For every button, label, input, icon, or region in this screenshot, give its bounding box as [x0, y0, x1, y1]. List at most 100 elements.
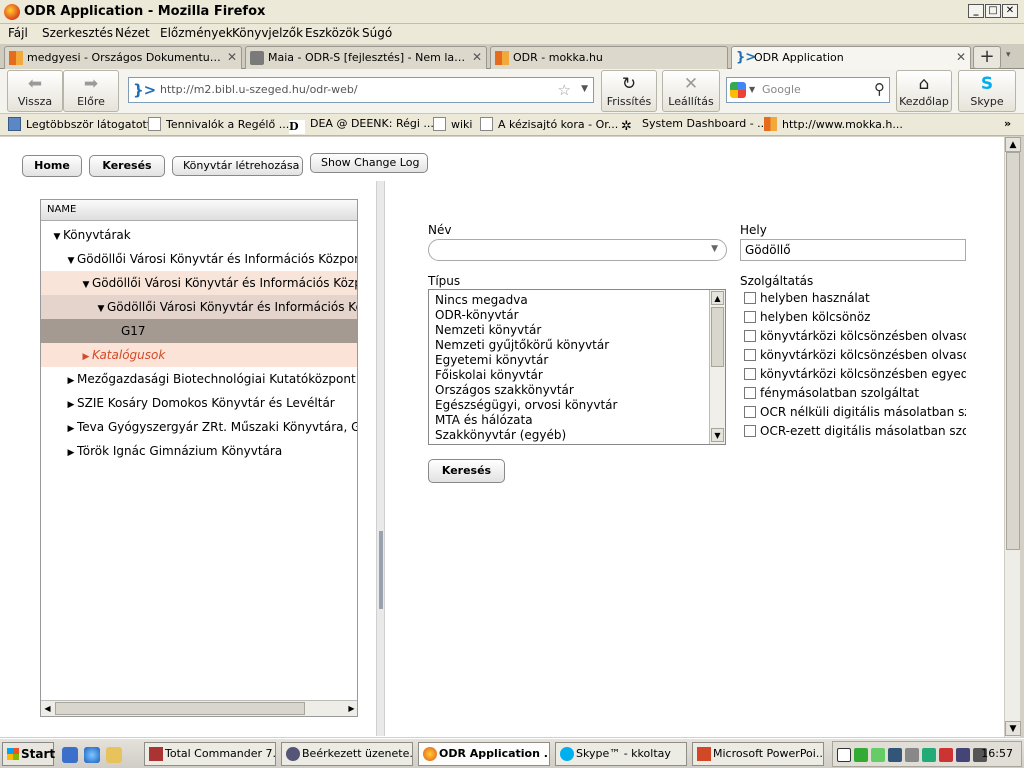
list-item[interactable]: Országos szakkönyvtár: [435, 383, 574, 398]
tray-icon[interactable]: [939, 748, 953, 762]
minimize-button[interactable]: _: [968, 4, 984, 18]
tray-icon[interactable]: [854, 748, 868, 762]
tab-medgyesi[interactable]: medgyesi - Országos Dokumentumellát... ✕: [4, 46, 242, 69]
splitter-handle[interactable]: [379, 531, 383, 609]
folder-icon[interactable]: [106, 747, 122, 763]
tipus-listbox[interactable]: Nincs megadva ODR-könyvtár Nemzeti könyv…: [428, 289, 726, 445]
task-total-commander[interactable]: Total Commander 7....: [144, 742, 276, 766]
list-item[interactable]: Főiskolai könyvtár: [435, 368, 543, 383]
tab-odr-mokka[interactable]: ODR - mokka.hu: [490, 46, 728, 69]
menu-edit[interactable]: Szerkesztés: [42, 26, 113, 40]
tree-node-library[interactable]: ▼ Gödöllői Városi Könyvtár és Információs…: [41, 295, 357, 319]
bookmark-tennivalok[interactable]: Tennivalók a Regélő ...: [148, 117, 289, 131]
bookmark-system-dashboard[interactable]: ✲ System Dashboard - ...: [621, 117, 768, 134]
scroll-down-icon[interactable]: ▼: [1005, 721, 1021, 736]
list-item[interactable]: Nemzeti gyűjtőkörű könyvtár: [435, 338, 609, 353]
create-library-button[interactable]: Könyvtár létrehozása: [172, 156, 303, 176]
show-change-log-button[interactable]: Show Change Log: [310, 153, 428, 173]
bookmark-most-visited[interactable]: Legtöbbször látogatott: [8, 117, 151, 131]
close-tab-icon[interactable]: ✕: [472, 50, 482, 64]
search-engine-dropdown-icon[interactable]: ▼: [749, 85, 755, 94]
expanded-arrow-icon[interactable]: ▼: [80, 273, 92, 295]
service-checkbox[interactable]: [744, 292, 756, 304]
url-bar[interactable]: }> http://m2.bibl.u-szeged.hu/odr-web/ ☆…: [128, 77, 594, 103]
scrollbar-thumb[interactable]: [55, 702, 305, 715]
expanded-arrow-icon[interactable]: ▼: [95, 297, 107, 319]
list-item[interactable]: Nincs megadva: [435, 293, 528, 308]
scroll-up-icon[interactable]: ▲: [711, 291, 724, 305]
scrollbar-thumb[interactable]: [711, 307, 724, 367]
nev-select[interactable]: ▼: [428, 239, 727, 261]
home-button[interactable]: ⌂ Kezdőlap: [896, 70, 952, 112]
service-checkbox[interactable]: [744, 387, 756, 399]
service-checkbox[interactable]: [744, 330, 756, 342]
tree-node-library[interactable]: ▶ SZIE Kosáry Domokos Könyvtár és Levéltá…: [41, 391, 357, 415]
menu-file[interactable]: Fájl: [8, 26, 28, 40]
scroll-up-icon[interactable]: ▲: [1005, 137, 1021, 152]
search-submit-button[interactable]: Keresés: [428, 459, 505, 483]
tree-node-library[interactable]: ▶ Török Ignác Gimnázium Könyvtára: [41, 439, 357, 463]
network-icon[interactable]: [888, 748, 902, 762]
tab-list-icon[interactable]: ▾: [1006, 50, 1011, 60]
menu-tools[interactable]: Eszközök: [305, 26, 360, 40]
service-checkbox[interactable]: [744, 311, 756, 323]
maximize-button[interactable]: □: [985, 4, 1001, 18]
list-item[interactable]: Egyetemi könyvtár: [435, 353, 548, 368]
start-button[interactable]: Start: [2, 742, 55, 766]
collapsed-arrow-icon[interactable]: ▶: [65, 417, 77, 439]
scrollbar-thumb[interactable]: [1006, 152, 1020, 550]
task-odr-application[interactable]: ODR Application ...: [418, 742, 550, 766]
tab-odr-application[interactable]: }> ODR Application ✕: [731, 46, 971, 70]
list-item[interactable]: ODR-könyvtár: [435, 308, 519, 323]
expanded-arrow-icon[interactable]: ▼: [51, 225, 63, 247]
collapsed-arrow-icon[interactable]: ▶: [80, 345, 92, 367]
tray-icon[interactable]: [956, 748, 970, 762]
bookmark-mokka[interactable]: http://www.mokka.h...: [764, 117, 903, 131]
task-skype[interactable]: Skype™ - kkoltay: [555, 742, 687, 766]
desktop-icon[interactable]: [62, 747, 78, 763]
tree-node-katalogusok[interactable]: ▶ Katalógusok: [41, 343, 357, 367]
search-input[interactable]: Google: [762, 83, 801, 96]
collapsed-arrow-icon[interactable]: ▶: [65, 393, 77, 415]
menu-bookmarks[interactable]: Könyvjelzők: [232, 26, 303, 40]
tree-node-library[interactable]: ▶ Mezőgazdasági Biotechnológiai Kutatóköz…: [41, 367, 357, 391]
new-tab-button[interactable]: +: [973, 46, 1001, 69]
listbox-scrollbar[interactable]: ▲ ▼: [709, 290, 725, 444]
tree-node-g17-selected[interactable]: G17: [41, 319, 357, 343]
bookmarks-overflow-icon[interactable]: »: [1004, 117, 1011, 130]
close-window-button[interactable]: ✕: [1002, 4, 1018, 18]
search-icon[interactable]: ⚲: [874, 80, 885, 98]
bookmark-wiki[interactable]: wiki: [433, 117, 472, 131]
menu-view[interactable]: Nézet: [115, 26, 150, 40]
expanded-arrow-icon[interactable]: ▼: [65, 249, 77, 271]
task-powerpoint[interactable]: Microsoft PowerPoi...: [692, 742, 824, 766]
url-text[interactable]: http://m2.bibl.u-szeged.hu/odr-web/: [160, 83, 358, 96]
search-bar[interactable]: ▼ Google ⚲: [726, 77, 890, 103]
forward-button[interactable]: ➡ Előre: [63, 70, 119, 112]
service-checkbox[interactable]: [744, 349, 756, 361]
scroll-left-icon[interactable]: ◀: [41, 702, 54, 715]
bookmark-dea[interactable]: D DEA @ DEENK: Régi ...: [289, 117, 434, 134]
search-app-button[interactable]: Keresés: [89, 155, 165, 177]
bookmark-star-icon[interactable]: ☆: [558, 81, 571, 99]
skype-button[interactable]: S Skype: [958, 70, 1016, 112]
back-button[interactable]: ⬅ Vissza: [7, 70, 63, 112]
menu-help[interactable]: Súgó: [362, 26, 392, 40]
list-item[interactable]: Nemzeti könyvtár: [435, 323, 541, 338]
page-scrollbar[interactable]: ▲ ▼: [1004, 137, 1021, 737]
collapsed-arrow-icon[interactable]: ▶: [65, 369, 77, 391]
hely-input[interactable]: Gödöllő: [740, 239, 966, 261]
list-item[interactable]: Egészségügyi, orvosi könyvtár: [435, 398, 617, 413]
chevron-down-icon[interactable]: ▼: [711, 244, 718, 254]
home-app-button[interactable]: Home: [22, 155, 82, 177]
reload-button[interactable]: ↻ Frissítés: [601, 70, 657, 112]
tray-icon[interactable]: [905, 748, 919, 762]
menu-history[interactable]: Előzmények: [160, 26, 233, 40]
close-tab-icon[interactable]: ✕: [227, 50, 237, 64]
tree-node-library[interactable]: ▶ Teva Gyógyszergyár ZRt. Műszaki Könyvtá…: [41, 415, 357, 439]
service-checkbox[interactable]: [744, 368, 756, 380]
tab-maia[interactable]: Maia - ODR-S [fejlesztés] - Nem latszik …: [245, 46, 487, 69]
bookmark-kezisajto[interactable]: A kézisajtó kora - Or...: [480, 117, 618, 131]
list-item[interactable]: Szakkönyvtár (egyéb): [435, 428, 566, 443]
stop-button[interactable]: ✕ Leállítás: [662, 70, 720, 112]
